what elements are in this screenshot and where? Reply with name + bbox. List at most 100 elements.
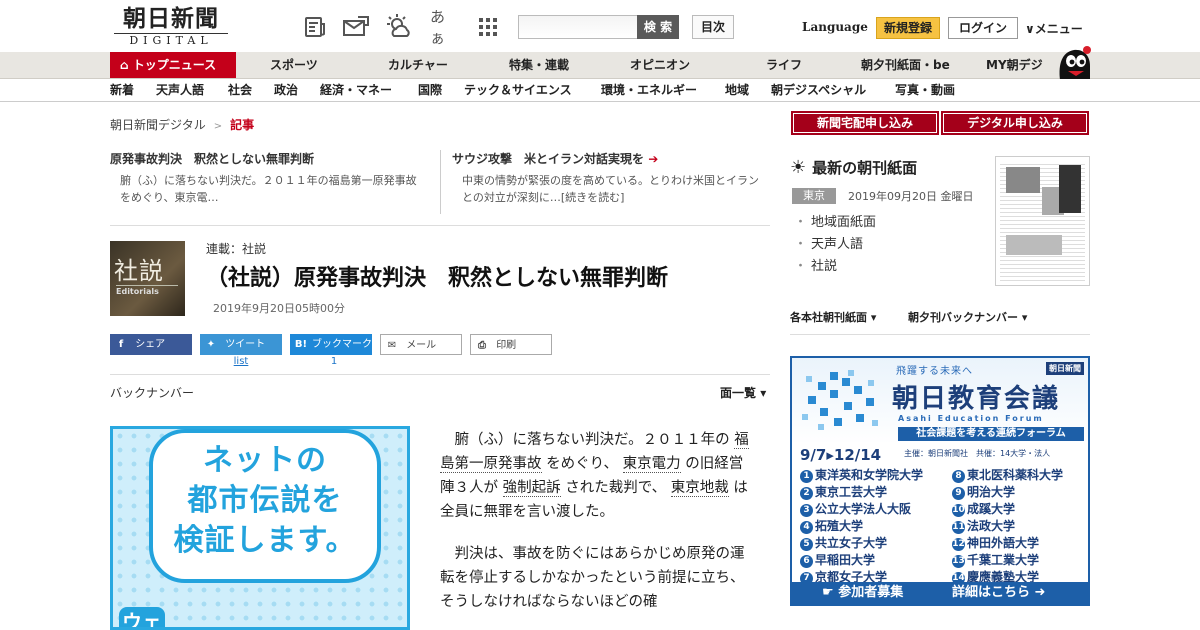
nav2-item-environment[interactable]: 環境・エネルギー xyxy=(601,79,697,101)
twitter-share-button[interactable]: ✦ ツイート xyxy=(200,334,282,355)
divider xyxy=(110,374,770,375)
backnumber-dropdown[interactable]: 朝夕刊バックナンバー ▾ xyxy=(908,309,1027,325)
nav2-item-economy[interactable]: 経済・マネー xyxy=(320,79,392,101)
related-summary: 腑（ふ）に落ちない判決だ。２０１１年の福島第一原発事故をめぐり、東京電… xyxy=(120,174,417,204)
menu-label: メニュー xyxy=(1034,22,1083,36)
nav-item-opinion[interactable]: オピニオン xyxy=(630,52,690,78)
regional-paper-dropdown[interactable]: 各本社朝刊紙面 ▾ xyxy=(790,309,876,325)
edition-tag: 東京 xyxy=(792,188,836,204)
hatena-count[interactable]: 1 xyxy=(290,356,378,367)
menu-button[interactable]: ∨メニュー xyxy=(1025,20,1083,37)
nav2-item-society[interactable]: 社会 xyxy=(228,79,252,101)
university-item: 4 拓殖大学 xyxy=(800,517,863,534)
mail-share-button[interactable]: ✉ メール xyxy=(380,334,462,355)
printer-icon: ⎙ xyxy=(478,340,486,351)
ad-hosts: 主催：朝日新聞社 共催：14大学・法人 xyxy=(904,449,1051,458)
envelope-icon: ✉ xyxy=(387,340,397,351)
newspaper-photo xyxy=(1006,167,1040,193)
keyword-link[interactable]: 東京地裁 xyxy=(670,480,729,497)
ad-banner-urban-legends[interactable]: ネットの 都市伝説を 検証します。 ウェ xyxy=(110,426,410,630)
related-title[interactable]: サウジ攻撃 米とイラン対話実現を ➔ xyxy=(452,150,772,167)
paper-link[interactable]: 天声人語 xyxy=(794,234,876,256)
font-size-icon[interactable]: あぁ xyxy=(430,8,458,47)
search-button[interactable]: 検 索 xyxy=(637,15,679,39)
ad-banner-education-forum[interactable]: 朝日新聞 飛躍する未来へ 朝日教育会議 Asahi Education Foru… xyxy=(790,356,1090,606)
nav2-item-international[interactable]: 国際 xyxy=(418,79,442,101)
print-button[interactable]: ⎙ 印刷 xyxy=(470,334,552,355)
twitter-icon: ✦ xyxy=(206,339,216,350)
site-logo[interactable]: 朝日新聞 DIGITAL xyxy=(114,6,228,47)
ad-corner-label: ウェ xyxy=(119,607,165,627)
nav2-item-tenseijingo[interactable]: 天声人語 xyxy=(156,79,204,101)
series-label[interactable]: 連載：社説 xyxy=(206,240,266,257)
secondary-nav: 新着 天声人語 社会 政治 経済・マネー 国際 テック＆サイエンス 環境・エネル… xyxy=(0,79,1200,102)
backnumber-label[interactable]: バックナンバー xyxy=(110,384,194,401)
nav-item-culture[interactable]: カルチャー xyxy=(388,52,448,78)
ad-line: 都市伝説を xyxy=(187,483,343,518)
language-link[interactable]: Language xyxy=(802,20,868,34)
mascot-icon[interactable] xyxy=(1054,44,1092,80)
nav2-item-politics[interactable]: 政治 xyxy=(274,79,298,101)
ad-cta-left: ☛ 参加者募集 xyxy=(822,585,904,600)
nav2-item-region[interactable]: 地域 xyxy=(725,79,749,101)
home-delivery-button[interactable]: 新聞宅配申し込み xyxy=(791,111,939,135)
related-title[interactable]: 原発事故判決 釈然としない無罪判断 xyxy=(110,150,430,167)
nav-item-my-asahi[interactable]: MY朝デジ xyxy=(986,52,1043,78)
login-button[interactable]: ログイン xyxy=(948,17,1018,39)
twitter-count[interactable]: list xyxy=(200,356,282,367)
nav2-item-special[interactable]: 朝デジスペシャル xyxy=(771,79,866,101)
related-summary: 中東の情勢が緊張の度を高めている。とりわけ米国とイランとの対立が深刻に…[続きを… xyxy=(462,174,759,204)
ad-cta-bar[interactable]: ☛ 参加者募集 詳細はこちら ➜ xyxy=(792,582,1088,604)
weather-icon[interactable] xyxy=(386,13,414,41)
dropdown-label: 各本社朝刊紙面 xyxy=(790,311,867,324)
sun-icon: ☀ xyxy=(790,157,807,178)
divider xyxy=(440,150,441,214)
toc-button[interactable]: 目次 xyxy=(692,15,734,39)
primary-nav: ⌂ トップニュース スポーツ カルチャー 特集・連載 オピニオン ライフ 朝夕刊… xyxy=(0,52,1200,79)
chevron-down-icon: ∨ xyxy=(1025,22,1035,36)
newspaper-masthead xyxy=(1059,165,1081,213)
nav-item-top-news[interactable]: ⌂ トップニュース xyxy=(110,52,236,78)
grid-icon[interactable] xyxy=(474,13,502,41)
university-item: 5 共立女子大学 xyxy=(800,534,887,551)
keyword-link[interactable]: 強制起訴 xyxy=(502,480,561,497)
edition-date: 2019年09月20日 金曜日 xyxy=(848,190,974,203)
facebook-share-button[interactable]: f シェア xyxy=(110,334,192,355)
paper-link[interactable]: 社説 xyxy=(794,256,876,278)
nav2-item-photo[interactable]: 写真・動画 xyxy=(895,79,955,101)
university-item: 9 明治大学 xyxy=(952,483,1015,500)
share-label: ツイート xyxy=(225,339,266,350)
ad-title-en: Asahi Education Forum xyxy=(898,414,1044,423)
pointer-icon: ☛ xyxy=(822,585,839,600)
dropdown-label: 面一覧 xyxy=(720,386,757,400)
mail-icon[interactable] xyxy=(342,13,370,41)
article-headline: （社説）原発事故判決 釈然としない無罪判断 xyxy=(206,266,669,291)
search-input[interactable] xyxy=(518,15,638,39)
nav-item-paper[interactable]: 朝夕刊紙面・be xyxy=(861,52,950,78)
related-article[interactable]: サウジ攻撃 米とイラン対話実現を ➔ 中東の情勢が緊張の度を高めている。とりわけ… xyxy=(452,150,772,206)
newspaper-page xyxy=(1000,161,1085,281)
related-article[interactable]: 原発事故判決 釈然としない無罪判断 腑（ふ）に落ちない判決だ。２０１１年の福島第… xyxy=(110,150,430,206)
page-list-dropdown[interactable]: 面一覧 ▾ xyxy=(720,384,766,401)
nav2-item-tech[interactable]: テック＆サイエンス xyxy=(464,79,572,101)
hatena-icon: B! xyxy=(294,339,308,350)
paper-link[interactable]: 地域面紙面 xyxy=(794,212,876,234)
breadcrumb-root[interactable]: 朝日新聞デジタル xyxy=(110,118,206,132)
university-item: 6 早稲田大学 xyxy=(800,551,875,568)
nav2-item-new[interactable]: 新着 xyxy=(110,79,134,101)
register-button[interactable]: 新規登録 xyxy=(876,17,940,39)
newspaper-thumbnail[interactable] xyxy=(995,156,1090,286)
newspaper-icon[interactable] xyxy=(301,13,329,41)
breadcrumb-current: 記事 xyxy=(230,118,255,132)
share-label: メール xyxy=(406,340,437,351)
hatena-bookmark-button[interactable]: B! ブックマーク xyxy=(290,334,372,355)
nav-item-sports[interactable]: スポーツ xyxy=(270,52,318,78)
caret-down-icon: ▾ xyxy=(870,311,877,324)
text: をめぐり、 xyxy=(541,456,623,472)
nav-item-features[interactable]: 特集・連載 xyxy=(509,52,569,78)
digital-subscribe-button[interactable]: デジタル申し込み xyxy=(941,111,1089,135)
text: 腑（ふ）に落ちない判決だ。２０１１年の xyxy=(454,432,735,448)
nav-item-life[interactable]: ライフ xyxy=(766,52,802,78)
university-item: 12 神田外語大学 xyxy=(952,536,1040,551)
keyword-link[interactable]: 東京電力 xyxy=(622,456,681,473)
